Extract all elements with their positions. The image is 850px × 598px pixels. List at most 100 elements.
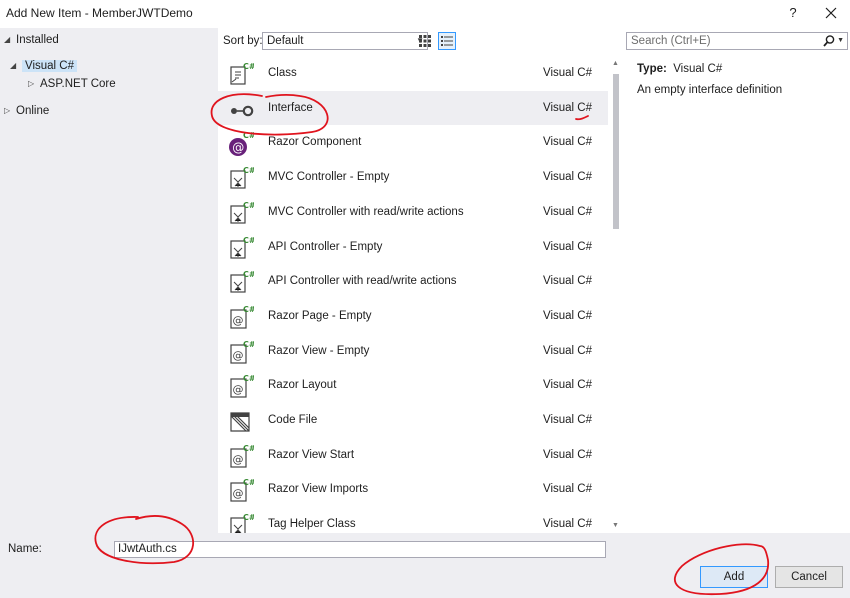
template-item[interactable]: Interface Visual C# [218, 90, 608, 125]
template-item-language: Visual C# [543, 379, 593, 392]
svg-text:C#: C# [243, 340, 254, 349]
template-item[interactable]: C# Class Visual C# [218, 56, 608, 90]
interface-icon [226, 95, 254, 123]
template-item-name: Code File [268, 414, 318, 426]
svg-text:C#: C# [243, 236, 254, 245]
controller-icon: C# [226, 268, 256, 296]
template-list-scrollbar[interactable]: ▲ ▼ [610, 56, 622, 533]
svg-text:@: @ [233, 349, 244, 362]
tree-label-aspnet-core: ASP.NET Core [40, 78, 116, 90]
tree-item-visual-csharp[interactable]: ◢ Visual C# [10, 57, 78, 75]
template-item-name: Razor View Start [268, 448, 355, 461]
search-input[interactable]: Search (Ctrl+E) ▼ [626, 32, 848, 50]
search-icon [823, 35, 835, 47]
template-item-name: Razor Layout [268, 379, 337, 392]
tree-label-installed: Installed [16, 34, 59, 46]
template-item-language: Visual C# [543, 483, 593, 496]
svg-text:C#: C# [243, 305, 254, 314]
svg-text:C#: C# [243, 131, 254, 140]
title-bar: Add New Item - MemberJWTDemo ? [0, 0, 850, 26]
cancel-button[interactable]: Cancel [775, 566, 843, 588]
svg-text:@: @ [233, 314, 244, 327]
template-item[interactable]: @C# Razor View Start Visual C# [218, 438, 608, 472]
add-button[interactable]: Add [700, 566, 768, 588]
template-item-language: Visual C# [543, 275, 593, 288]
tree-item-installed[interactable]: ◢ Installed [4, 31, 59, 49]
template-item[interactable]: @C# Razor Component Visual C# [218, 125, 608, 159]
razor-file-icon: @C# [226, 476, 256, 504]
template-item-language: Visual C# [543, 344, 593, 357]
search-options-chevron-icon: ▼ [837, 37, 844, 44]
template-item-language: Visual C# [543, 518, 593, 531]
name-field[interactable]: IJwtAuth.cs [114, 541, 606, 558]
tree-item-aspnet-core[interactable]: ▷ ASP.NET Core [28, 75, 116, 93]
svg-text:C#: C# [243, 62, 254, 71]
svg-text:C#: C# [243, 270, 254, 279]
template-item[interactable]: C# API Controller with read/write actions… [218, 264, 608, 298]
details-description: An empty interface definition [637, 84, 783, 96]
help-button[interactable]: ? [784, 3, 802, 23]
search-placeholder: Search (Ctrl+E) [631, 35, 711, 47]
template-item-name: Tag Helper Class [268, 518, 356, 531]
svg-text:C#: C# [243, 513, 254, 522]
collapsed-arrow-icon: ▷ [4, 106, 11, 115]
list-view-icon [441, 36, 453, 46]
template-item-name: Razor View Imports [268, 483, 369, 496]
razor-file-icon: @C# [226, 442, 256, 470]
close-button[interactable] [820, 3, 842, 23]
controller-icon: C# [226, 199, 256, 227]
scroll-thumb[interactable] [613, 74, 619, 229]
sort-by-label: Sort by: [223, 35, 263, 47]
svg-text:@: @ [233, 487, 244, 500]
tree-item-online[interactable]: ▷ Online [4, 102, 49, 120]
code-file-icon [226, 407, 254, 435]
expanded-arrow-icon: ◢ [4, 35, 11, 44]
svg-text:@: @ [233, 453, 244, 466]
template-item[interactable]: C# API Controller - Empty Visual C# [218, 230, 608, 264]
template-item-language: Visual C# [543, 205, 593, 218]
template-item[interactable]: @C# Razor Layout Visual C# [218, 368, 608, 402]
sort-by-dropdown[interactable]: Default ▼ [262, 32, 428, 50]
sort-by-value: Default [267, 35, 304, 47]
svg-text:C#: C# [243, 201, 254, 210]
template-item-language: Visual C# [543, 448, 593, 461]
details-type-value: Visual C# [673, 63, 723, 75]
tree-label-online: Online [16, 105, 50, 117]
list-view-button[interactable] [438, 32, 456, 50]
template-item[interactable]: C# MVC Controller with read/write actions… [218, 195, 608, 229]
small-icons-view-button[interactable] [416, 32, 434, 50]
template-item[interactable]: @C# Razor Page - Empty Visual C# [218, 299, 608, 333]
name-label: Name: [8, 543, 42, 555]
template-item-language: Visual C# [543, 414, 593, 426]
details-pane: Type: Visual C# An empty interface defin… [632, 56, 842, 156]
template-item-language: Visual C# [543, 171, 593, 184]
details-type-label: Type: [637, 63, 667, 75]
template-item-language: Visual C# [543, 309, 593, 322]
class-icon: C# [226, 60, 256, 88]
template-item[interactable]: C# Tag Helper Class Visual C# [218, 507, 608, 533]
controller-icon: C# [226, 234, 256, 262]
template-item-name: Razor Component [268, 136, 362, 149]
template-item-language: Visual C# [543, 67, 593, 79]
category-tree: ◢ Installed ◢ Visual C# ▷ ASP.NET Core ▷ Onl… [0, 28, 218, 533]
template-item[interactable]: @C# Razor View Imports Visual C# [218, 472, 608, 506]
scroll-down-arrow-icon[interactable]: ▼ [612, 522, 619, 529]
close-icon [825, 7, 837, 19]
template-item-language: Visual C# [543, 240, 593, 253]
svg-text:@: @ [232, 141, 244, 155]
footer-bar: Name: IJwtAuth.cs Add Cancel [0, 533, 850, 598]
template-item-name: Razor View - Empty [268, 344, 370, 357]
svg-text:C#: C# [243, 166, 254, 175]
svg-text:@: @ [233, 383, 244, 396]
window-title: Add New Item - MemberJWTDemo [6, 6, 193, 20]
svg-text:C#: C# [243, 478, 254, 487]
template-item[interactable]: Code File Visual C# [218, 403, 608, 437]
scroll-up-arrow-icon[interactable]: ▲ [612, 60, 619, 67]
svg-text:C#: C# [243, 444, 254, 453]
template-item-language: Visual C# [543, 101, 593, 114]
template-item-name: API Controller - Empty [268, 240, 383, 253]
template-item-name: API Controller with read/write actions [268, 275, 457, 288]
template-item[interactable]: @C# Razor View - Empty Visual C# [218, 334, 608, 368]
template-item-name: MVC Controller with read/write actions [268, 205, 464, 218]
template-item[interactable]: C# MVC Controller - Empty Visual C# [218, 160, 608, 194]
